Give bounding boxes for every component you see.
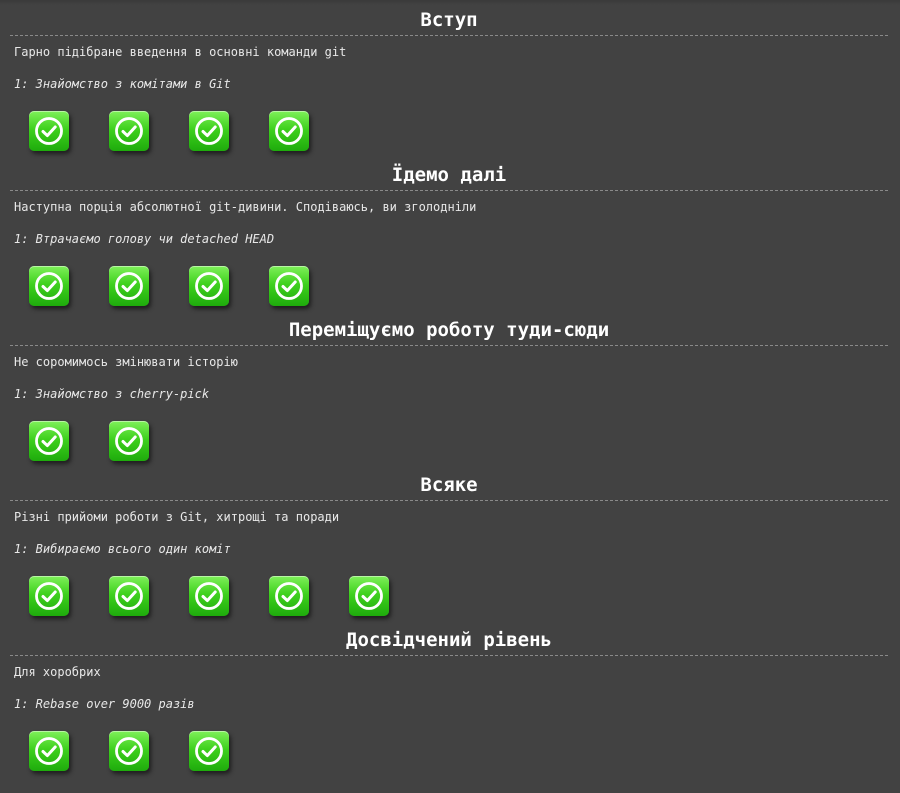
level-button-solved[interactable] (109, 731, 149, 771)
sequence-title: Всяке (10, 465, 888, 501)
check-icon (195, 582, 223, 610)
sequence-block: Досвідчений рівень Для хоробрих 1: Rebase … (10, 620, 888, 775)
sequence-description: Не соромимось змінювати історію (14, 355, 238, 369)
check-icon (115, 582, 143, 610)
level-button-solved[interactable] (109, 266, 149, 306)
level-button-solved[interactable] (269, 111, 309, 151)
selected-level-name: 1: Rebase over 9000 разів (14, 697, 195, 711)
check-icon (115, 737, 143, 765)
check-icon (35, 117, 63, 145)
check-icon (195, 272, 223, 300)
level-button-solved[interactable] (269, 266, 309, 306)
check-icon (115, 117, 143, 145)
selected-level-name: 1: Вибираємо всього один коміт (14, 542, 231, 556)
check-icon (35, 427, 63, 455)
check-icon (275, 582, 303, 610)
level-button-solved[interactable] (29, 731, 69, 771)
level-button-solved[interactable] (189, 111, 229, 151)
selected-level-name: 1: Втрачаємо голову чи detached HEAD (14, 232, 275, 246)
check-icon (275, 272, 303, 300)
level-button-solved[interactable] (189, 266, 229, 306)
check-icon (195, 117, 223, 145)
selected-level-name: 1: Знайомство з cherry-pick (14, 387, 210, 401)
sequence-description: Для хоробрих (14, 665, 101, 679)
level-button-solved[interactable] (109, 576, 149, 616)
level-button-solved[interactable] (29, 576, 69, 616)
sequence-block: Вступ Гарно підібране введення в основні … (10, 0, 888, 155)
check-icon (35, 737, 63, 765)
sequence-title: Їдемо далі (10, 155, 888, 191)
sequence-description: Наступна порція абсолютної git-дивини. С… (14, 200, 477, 214)
level-button-solved[interactable] (29, 111, 69, 151)
selected-level-name: 1: Знайомство з комітами в Git (14, 77, 231, 91)
level-button-solved[interactable] (189, 576, 229, 616)
check-icon (355, 582, 383, 610)
sequence-title: Переміщуємо роботу туди-сюди (10, 310, 888, 346)
sequence-description: Гарно підібране введення в основні коман… (14, 45, 347, 59)
sequence-block: Їдемо далі Наступна порція абсолютної git… (10, 155, 888, 310)
sequence-title: Досвідчений рівень (10, 620, 888, 656)
level-button-solved[interactable] (29, 266, 69, 306)
sequence-description: Різні прийоми роботи з Git, хитрощі та п… (14, 510, 340, 524)
check-icon (275, 117, 303, 145)
level-button-solved[interactable] (109, 421, 149, 461)
level-button-solved[interactable] (269, 576, 309, 616)
sequence-block: Переміщуємо роботу туди-сюди Не соромимос… (10, 310, 888, 465)
check-icon (195, 737, 223, 765)
sequence-block: Всяке Різні прийоми роботи з Git, хитрощі… (10, 465, 888, 620)
level-button-solved[interactable] (189, 731, 229, 771)
level-button-solved[interactable] (349, 576, 389, 616)
check-icon (115, 427, 143, 455)
sequence-title: Вступ (10, 0, 888, 36)
check-icon (35, 272, 63, 300)
check-icon (115, 272, 143, 300)
level-button-solved[interactable] (109, 111, 149, 151)
check-icon (35, 582, 63, 610)
level-button-solved[interactable] (29, 421, 69, 461)
